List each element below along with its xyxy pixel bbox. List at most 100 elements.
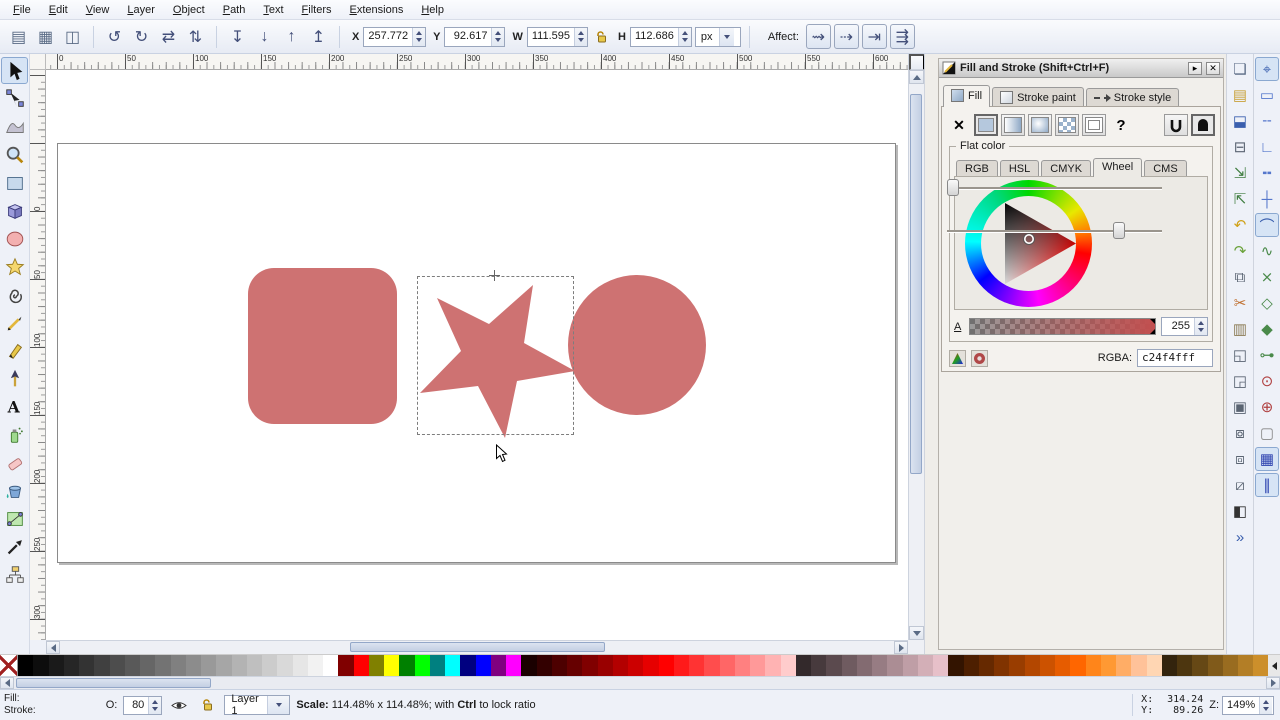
lower-to-bottom-button[interactable]: ↧	[225, 24, 250, 49]
tab-wheel[interactable]: Wheel	[1093, 158, 1143, 177]
menu-item[interactable]: File	[4, 1, 40, 19]
tab-stroke-style[interactable]: Stroke style	[1085, 88, 1180, 107]
palette-swatch[interactable]	[460, 655, 476, 676]
snap-smooth-nodes-toggle[interactable]: ◆	[1255, 317, 1279, 341]
palette-swatch[interactable]	[1192, 655, 1208, 676]
palette-swatch[interactable]	[948, 655, 964, 676]
width-spin-buttons[interactable]	[573, 27, 587, 46]
palette-swatch[interactable]	[1146, 655, 1162, 676]
print-button[interactable]: ⊟	[1228, 135, 1252, 159]
selector-tool[interactable]	[1, 57, 28, 84]
scroll-up-button[interactable]	[909, 70, 924, 84]
current-color-button[interactable]	[971, 349, 988, 367]
deselect-button[interactable]: ◫	[60, 24, 85, 49]
unlink-clone-button[interactable]: ⧄	[1228, 473, 1252, 497]
palette-swatch[interactable]	[612, 655, 628, 676]
vertical-scrollbar[interactable]	[908, 54, 925, 640]
snap-bbox-midpoints-toggle[interactable]: ╍	[1255, 161, 1279, 185]
vertical-scroll-thumb[interactable]	[910, 94, 922, 474]
palette-swatch[interactable]	[765, 655, 781, 676]
pen-tool[interactable]	[1, 365, 28, 392]
duplicate-button[interactable]: ⧇	[1228, 421, 1252, 445]
vertical-scroll-track[interactable]	[909, 84, 924, 626]
more-commands-button[interactable]: »	[1228, 525, 1252, 549]
alpha-value[interactable]: 255	[1162, 318, 1194, 335]
ellipse-tool[interactable]	[1, 225, 28, 252]
palette-swatch[interactable]	[323, 655, 339, 676]
redo-button[interactable]: ↷	[1228, 239, 1252, 263]
palette-swatch[interactable]	[33, 655, 49, 676]
snap-paths-toggle[interactable]: ∿	[1255, 239, 1279, 263]
palette-swatch[interactable]	[506, 655, 522, 676]
snap-cusp-nodes-toggle[interactable]: ◇	[1255, 291, 1279, 315]
zoom-selection-button[interactable]: ◱	[1228, 343, 1252, 367]
layer-visibility-toggle[interactable]	[168, 694, 190, 716]
save-button[interactable]: ⬓	[1228, 109, 1252, 133]
fill-stroke-dialog-button[interactable]: ◧	[1228, 499, 1252, 523]
pencil-tool[interactable]	[1, 309, 28, 336]
export-button[interactable]: ⇱	[1228, 187, 1252, 211]
palette-swatch[interactable]	[79, 655, 95, 676]
selection-bounding-box[interactable]	[417, 276, 574, 435]
dock-menu-button[interactable]: ▸	[1188, 61, 1202, 75]
palette-swatch[interactable]	[1161, 655, 1177, 676]
opacity-slider[interactable]	[947, 221, 1162, 240]
zoom-tool[interactable]	[1, 141, 28, 168]
snap-rotation-center-toggle[interactable]: ⊕	[1255, 395, 1279, 419]
palette-swatch[interactable]	[719, 655, 735, 676]
snap-grid-toggle[interactable]: ▦	[1255, 447, 1279, 471]
snap-intersections-toggle[interactable]: ⨯	[1255, 265, 1279, 289]
radial-gradient-button[interactable]	[1028, 114, 1052, 136]
snap-bbox-centers-toggle[interactable]: ┼	[1255, 187, 1279, 211]
palette-swatch[interactable]	[978, 655, 994, 676]
y-spin-buttons[interactable]	[491, 27, 505, 46]
palette-swatch[interactable]	[734, 655, 750, 676]
palette-swatch[interactable]	[1131, 655, 1147, 676]
palette-swatch[interactable]	[673, 655, 689, 676]
3d-box-tool[interactable]	[1, 197, 28, 224]
fill-stroke-swatch-area[interactable]	[42, 693, 100, 717]
vertical-ruler[interactable]: 0 50 100 150 200 250 300	[30, 70, 46, 640]
horizontal-scroll-thumb[interactable]	[350, 642, 605, 652]
text-tool[interactable]: A	[1, 393, 28, 420]
color-picker-button[interactable]	[949, 349, 966, 367]
palette-swatch[interactable]	[490, 655, 506, 676]
canvas[interactable]	[46, 70, 908, 640]
palette-swatch[interactable]	[124, 655, 140, 676]
saturation-triangle[interactable]	[965, 180, 1092, 307]
palette-swatch[interactable]	[521, 655, 537, 676]
eraser-tool[interactable]	[1, 449, 28, 476]
connector-tool[interactable]	[1, 561, 28, 588]
tab-fill[interactable]: Fill	[943, 85, 991, 107]
palette-swatch[interactable]	[94, 655, 110, 676]
palette-swatch[interactable]	[750, 655, 766, 676]
copy-button[interactable]: ⧉	[1228, 265, 1252, 289]
palette-scroll-arrow[interactable]	[1268, 655, 1280, 676]
menu-item[interactable]: Filters	[293, 1, 341, 19]
zoom-value[interactable]: 149%	[1223, 697, 1259, 714]
palette-swatch[interactable]	[963, 655, 979, 676]
gradient-tool[interactable]	[1, 505, 28, 532]
tab-cmyk[interactable]: CMYK	[1041, 160, 1092, 177]
palette-swatch[interactable]	[384, 655, 400, 676]
snap-guides-toggle[interactable]: ∥	[1255, 473, 1279, 497]
menu-item[interactable]: Object	[164, 1, 214, 19]
shape-ellipse[interactable]	[568, 275, 706, 415]
units-dropdown[interactable]: px	[694, 26, 741, 47]
palette-swatch[interactable]	[368, 655, 384, 676]
rotate-cw-button[interactable]: ↻	[129, 24, 154, 49]
palette-swatch[interactable]	[933, 655, 949, 676]
paste-button[interactable]: ▥	[1228, 317, 1252, 341]
snap-nodes-toggle[interactable]: ⌒	[1255, 213, 1279, 237]
select-all-button[interactable]: ▤	[6, 24, 31, 49]
scroll-right-button[interactable]	[894, 641, 908, 654]
paint-bucket-tool[interactable]	[1, 477, 28, 504]
palette-swatch[interactable]	[689, 655, 705, 676]
palette-swatch[interactable]	[63, 655, 79, 676]
palette-swatch[interactable]	[582, 655, 598, 676]
palette-swatch[interactable]	[551, 655, 567, 676]
tab-stroke-paint[interactable]: Stroke paint	[992, 87, 1084, 107]
object-opacity-input[interactable]: 80	[123, 695, 163, 715]
palette-swatch[interactable]	[155, 655, 171, 676]
palette-swatch[interactable]	[292, 655, 308, 676]
